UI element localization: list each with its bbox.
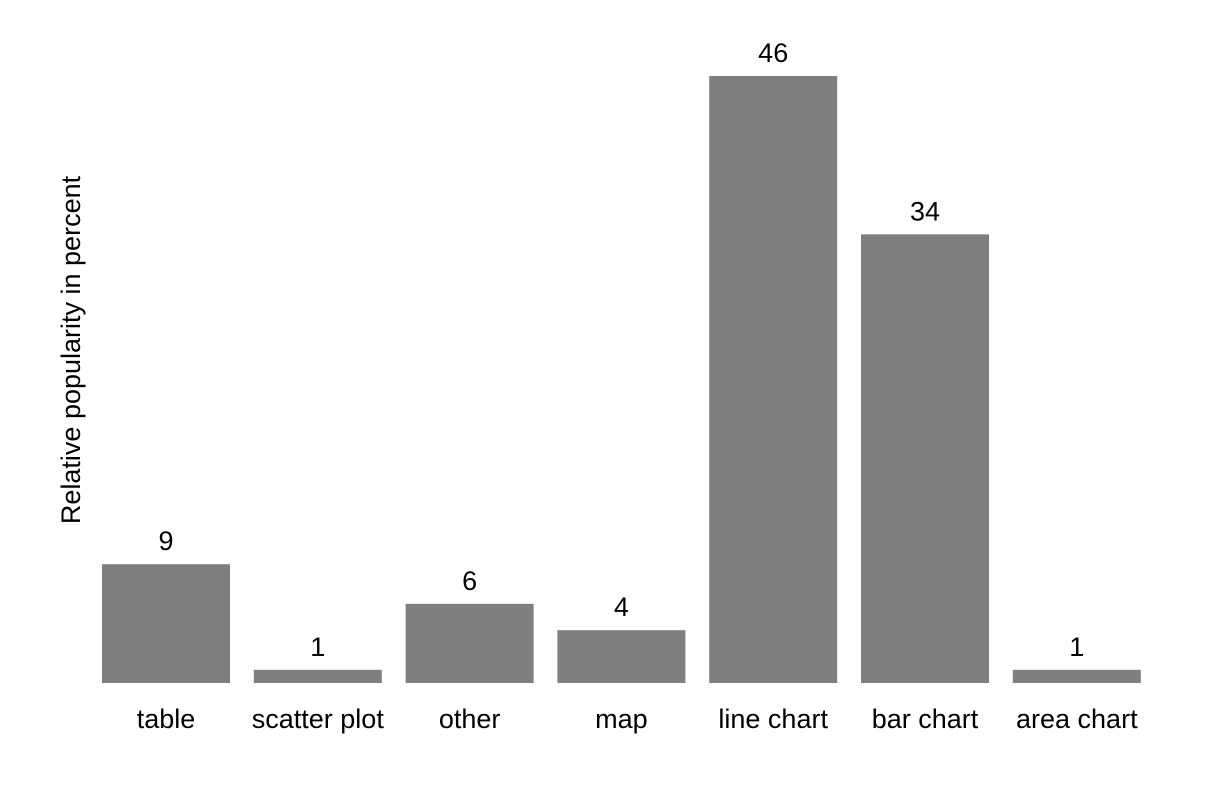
value-label: 9 bbox=[158, 526, 173, 556]
bar-map bbox=[557, 630, 686, 683]
bar-bar-chart bbox=[861, 234, 989, 683]
category-label: other bbox=[439, 704, 501, 734]
category-label: table bbox=[137, 704, 196, 734]
bar-line-chart bbox=[709, 76, 838, 683]
category-label: scatter plot bbox=[252, 704, 385, 734]
bar-area-chart bbox=[1012, 669, 1141, 683]
bar-chart: Relative popularity in percent 9 1 6 4 46 34 1… bbox=[56, 38, 1141, 734]
value-label: 1 bbox=[310, 632, 325, 662]
value-label: 6 bbox=[462, 566, 477, 596]
bar-scatter-plot bbox=[253, 669, 382, 683]
value-label: 1 bbox=[1069, 632, 1084, 662]
bar-table bbox=[102, 564, 230, 683]
category-label: area chart bbox=[1016, 704, 1138, 734]
y-axis-label: Relative popularity in percent bbox=[56, 175, 86, 524]
category-label: bar chart bbox=[872, 704, 979, 734]
value-label: 34 bbox=[910, 196, 940, 226]
value-label: 46 bbox=[758, 38, 788, 68]
category-label: map bbox=[595, 704, 648, 734]
bar-other bbox=[405, 603, 534, 683]
category-label: line chart bbox=[718, 704, 828, 734]
value-label: 4 bbox=[614, 592, 629, 622]
